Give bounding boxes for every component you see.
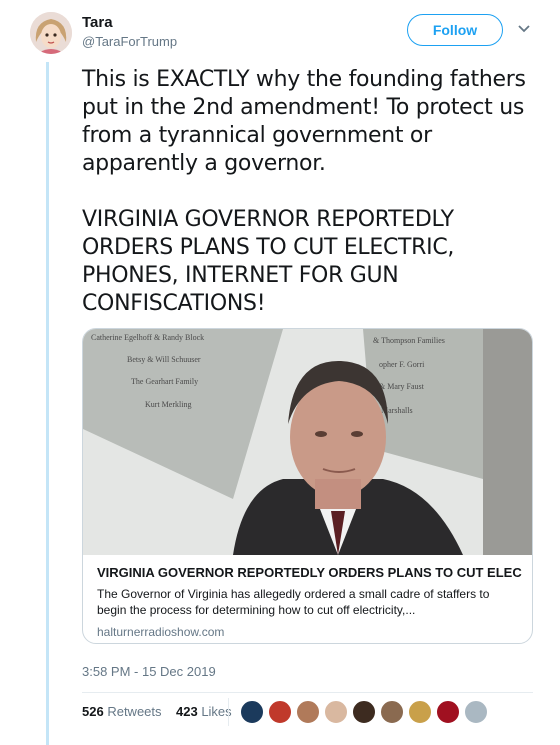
likes-stat[interactable]: 423 Likes: [176, 704, 232, 719]
liker-avatars: [240, 700, 492, 724]
liker-avatar[interactable]: [296, 700, 320, 724]
tweet-text: This is EXACTLY why the founding fathers…: [82, 66, 542, 318]
avatar-illustration: [30, 12, 72, 54]
card-body: VIRGINIA GOVERNOR REPORTEDLY ORDERS PLAN…: [97, 565, 522, 639]
link-card[interactable]: Catherine Egelhoff & Randy Block Betsy &…: [82, 328, 533, 644]
liker-avatar[interactable]: [352, 700, 376, 724]
chevron-down-icon[interactable]: [517, 24, 531, 34]
retweets-count: 526: [82, 704, 104, 719]
liker-avatar[interactable]: [240, 700, 264, 724]
card-image: Catherine Egelhoff & Randy Block Betsy &…: [83, 329, 532, 555]
liker-avatar[interactable]: [408, 700, 432, 724]
follow-button[interactable]: Follow: [407, 14, 503, 46]
sign-line-right-2: opher F. Gorri: [379, 360, 425, 369]
thread-line: [46, 62, 49, 745]
tweet-paragraph-2: VIRGINIA GOVERNOR REPORTEDLY ORDERS PLAN…: [82, 207, 461, 316]
liker-avatar[interactable]: [268, 700, 292, 724]
display-name[interactable]: Tara: [82, 14, 113, 31]
retweets-stat[interactable]: 526 Retweets: [82, 704, 162, 719]
tweet-timestamp[interactable]: 3:58 PM - 15 Dec 2019: [82, 664, 216, 679]
retweets-label: Retweets: [107, 704, 162, 719]
user-handle[interactable]: @TaraForTrump: [82, 34, 177, 49]
card-title: VIRGINIA GOVERNOR REPORTEDLY ORDERS PLAN…: [97, 565, 522, 580]
engagement-stats: 526 Retweets 423 Likes: [82, 704, 232, 719]
sign-line-right-3: & Mary Faust: [379, 382, 425, 391]
avatar[interactable]: [30, 12, 72, 54]
sign-line-right-1: & Thompson Families: [373, 336, 445, 345]
stats-vertical-divider: [228, 698, 229, 726]
liker-avatar[interactable]: [436, 700, 460, 724]
sign-line-left-4: Kurt Merkling: [145, 400, 191, 409]
sign-line-left-3: The Gearhart Family: [131, 377, 198, 386]
liker-avatar[interactable]: [380, 700, 404, 724]
liker-avatar[interactable]: [464, 700, 488, 724]
sign-line-left-1: Catherine Egelhoff & Randy Block: [91, 333, 204, 342]
card-description: The Governor of Virginia has allegedly o…: [97, 587, 490, 617]
card-domain: halturnerradioshow.com: [97, 625, 225, 639]
likes-count: 423: [175, 704, 198, 719]
tweet-paragraph-1: This is EXACTLY why the founding fathers…: [82, 67, 533, 176]
sign-line-left-2: Betsy & Will Schuuser: [127, 355, 201, 364]
stats-divider: [82, 692, 533, 693]
liker-avatar[interactable]: [324, 700, 348, 724]
